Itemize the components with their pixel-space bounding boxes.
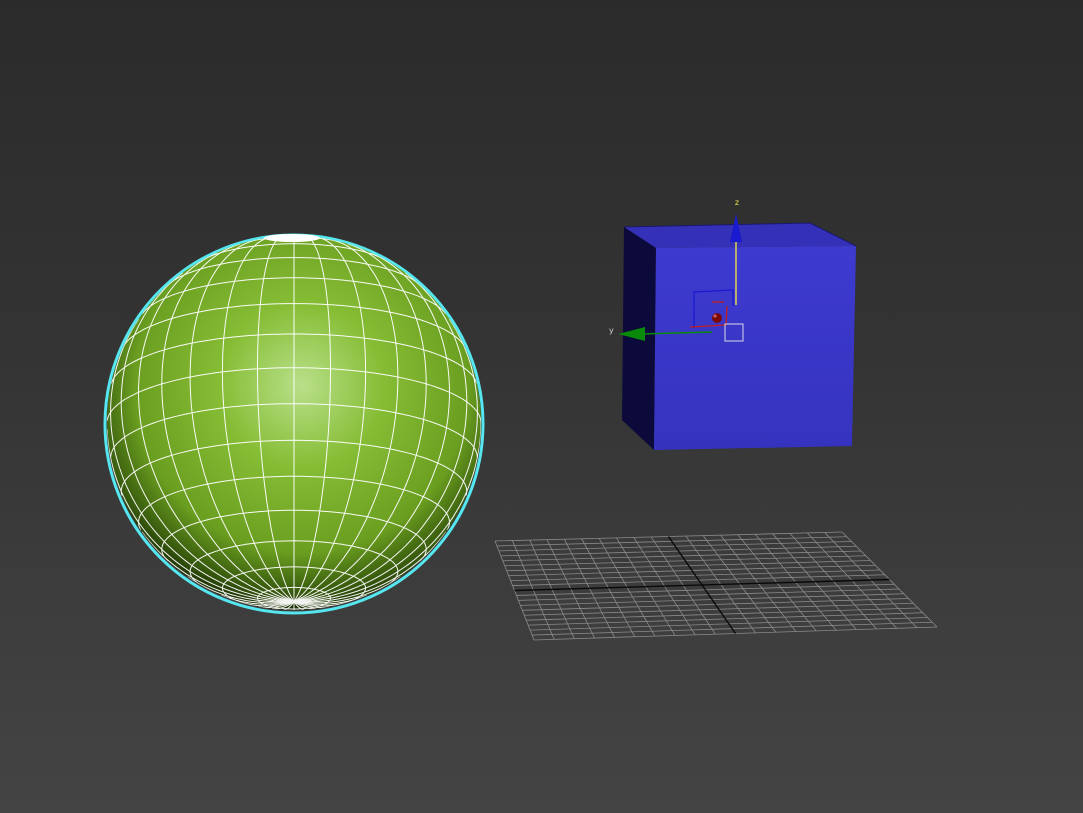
gizmo-x-arrow[interactable]: [712, 313, 722, 323]
grid-axis-line: [514, 578, 890, 592]
gizmo-x-arrow-highlight: [713, 314, 717, 318]
box-front-face: [654, 246, 856, 450]
sphere-object[interactable]: [103, 233, 485, 615]
gizmo-z-label: z: [735, 198, 739, 207]
sphere-pole-highlight: [264, 234, 320, 242]
gizmo-y-label: y: [609, 326, 614, 335]
home-grid: [494, 531, 938, 641]
viewport-scene: z y: [103, 198, 938, 641]
3d-viewport[interactable]: z y: [0, 0, 1083, 813]
box-object[interactable]: [622, 222, 857, 450]
